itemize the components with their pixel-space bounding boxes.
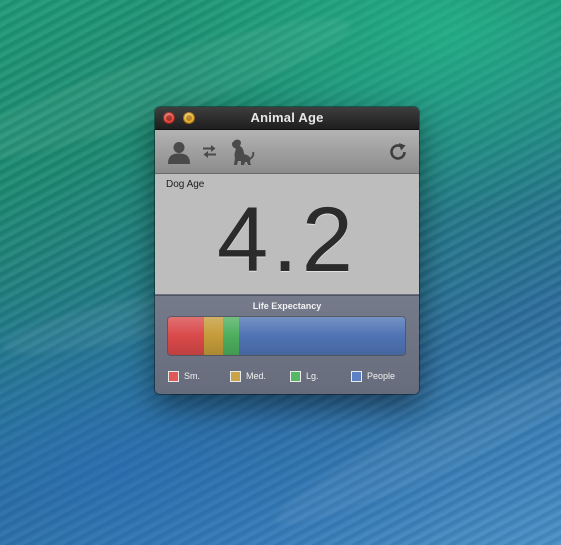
legend-swatch-people	[351, 370, 362, 382]
swap-arrows-icon[interactable]	[202, 144, 217, 159]
life-expectancy-panel: Life Expectancy Sm. Med. Lg. People	[155, 295, 419, 394]
legend-swatch-large	[290, 370, 301, 382]
result-panel: Dog Age 4.2	[155, 174, 419, 294]
legend-item-large: Lg.	[290, 369, 319, 383]
person-icon[interactable]	[167, 140, 191, 164]
legend-item-people: People	[351, 369, 395, 383]
dog-icon[interactable]	[229, 138, 255, 166]
legend-label-medium: Med.	[246, 371, 267, 381]
legend-swatch-medium	[230, 370, 241, 382]
legend-label-large: Lg.	[306, 371, 319, 381]
window-title: Animal Age	[250, 110, 324, 125]
life-bar-segment-lg	[222, 317, 240, 355]
life-bar-segment-med	[203, 317, 223, 355]
legend-swatch-small	[168, 370, 179, 382]
legend-item-medium: Med.	[230, 369, 266, 383]
life-bar-segment-people	[239, 317, 405, 355]
animal-age-window: Animal Age Dog Age 4.2 Life Expectancy S…	[155, 107, 419, 394]
title-bar[interactable]: Animal Age	[155, 107, 419, 130]
legend-item-small: Sm.	[168, 369, 200, 383]
legend: Sm. Med. Lg. People	[168, 369, 408, 383]
result-label: Dog Age	[166, 179, 205, 190]
life-bar-segment-sm	[168, 317, 204, 355]
toolbar	[155, 130, 419, 174]
legend-label-people: People	[367, 371, 396, 381]
life-expectancy-bar	[168, 317, 405, 355]
legend-label-small: Sm.	[184, 371, 201, 381]
refresh-icon[interactable]	[388, 142, 408, 162]
life-expectancy-title: Life Expectancy	[252, 301, 322, 311]
dog-age-value: 4.2	[217, 189, 357, 291]
